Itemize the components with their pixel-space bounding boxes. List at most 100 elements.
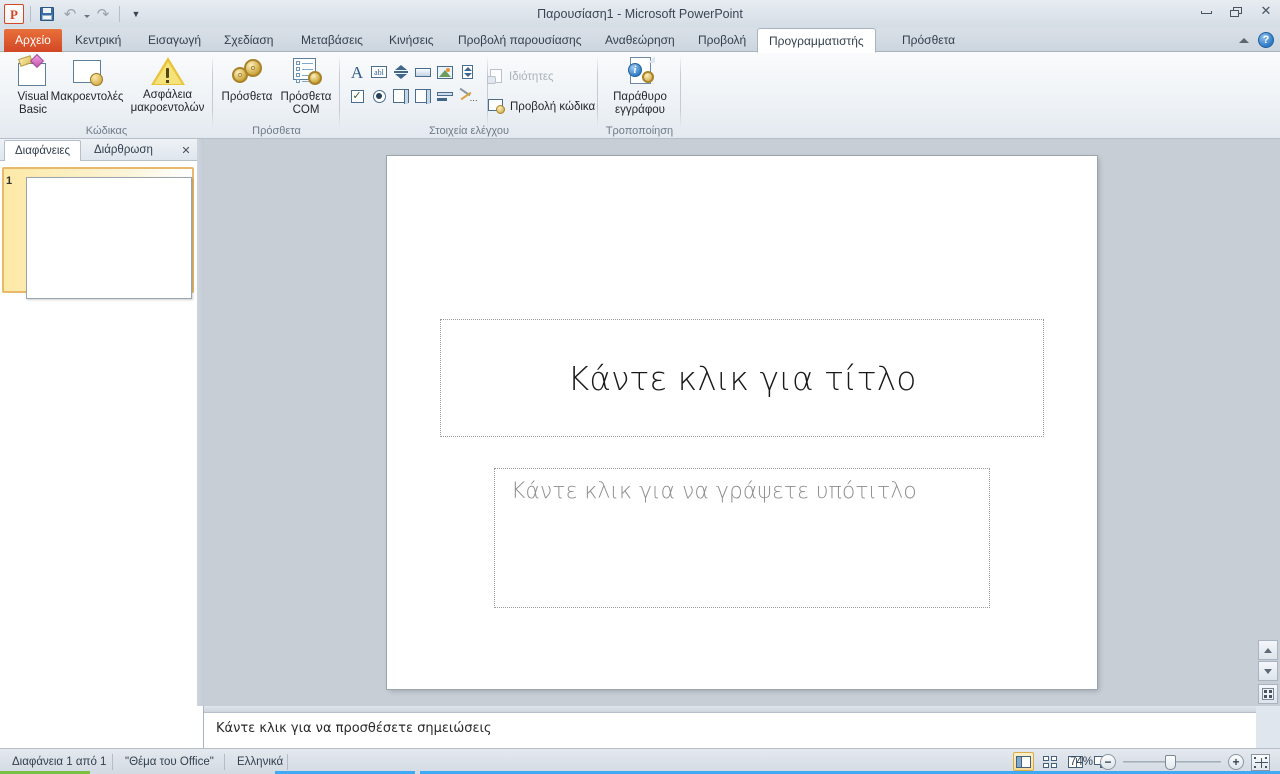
slide-sorter-view-button[interactable] (1039, 752, 1060, 771)
slide-thumbnail-item[interactable] (2, 167, 194, 299)
scroll-down-button[interactable] (1258, 661, 1278, 681)
com-add-ins-label-2: COM (292, 104, 320, 116)
slide-edit-area: Κάντε κλικ για τίτλο Κάντε κλικ για να γ… (204, 139, 1256, 706)
tab-transitions[interactable]: Μεταβάσεις (290, 28, 374, 52)
window-title: Παρουσίαση1 - Microsoft PowerPoint (537, 7, 743, 21)
controls-inner-separator (487, 56, 488, 128)
group-separator-4 (680, 56, 681, 128)
macro-security-label-2: μακροεντολών (130, 102, 205, 114)
macro-security-icon (150, 56, 185, 86)
slide-canvas[interactable]: Κάντε κλικ για τίτλο Κάντε κλικ για να γ… (387, 156, 1097, 689)
slides-outline-pane: Διαφάνειες Διάρθρωση ✕ 1 (0, 139, 197, 706)
properties-label: Ιδιότητες (509, 70, 554, 83)
tab-slides[interactable]: Διαφάνειες (4, 140, 82, 161)
properties-button[interactable]: Ιδιότητες (487, 69, 554, 84)
slide-thumbnail-number: 1 (6, 175, 13, 187)
add-ins-icon (230, 56, 264, 88)
scrollbar-control-icon[interactable] (456, 60, 478, 84)
document-panel-button[interactable]: i Παράθυρο εγγράφου (608, 56, 672, 117)
ribbon-tab-strip: Αρχείο Κεντρική Εισαγωγή Σχεδίαση Μεταβά… (0, 28, 1280, 53)
normal-view-button[interactable] (1013, 752, 1034, 771)
view-code-icon (487, 99, 505, 114)
subtitle-placeholder[interactable]: Κάντε κλικ για να γράψετε υπότιτλο (494, 468, 990, 608)
macros-icon (70, 56, 104, 88)
fit-slide-button[interactable] (1258, 684, 1278, 704)
option-button-icon[interactable] (368, 84, 390, 108)
slide-pane-tabs: Διαφάνειες Διάρθρωση ✕ (0, 139, 197, 161)
powerpoint-window: P ↶ ↷ ▼ Παρουσίαση1 - Microsoft PowerPoi… (0, 0, 1280, 774)
minimize-icon (1200, 10, 1212, 14)
checkbox-control-icon[interactable]: ✓ (346, 84, 368, 108)
macros-button[interactable]: Μακροεντολές (50, 56, 124, 104)
ribbon: Visual Basic Μακροεντολές Ασφάλεια μακρο… (0, 52, 1280, 139)
group-label-modify: Τροποποίηση (605, 125, 674, 137)
tab-file[interactable]: Αρχείο (4, 29, 62, 52)
document-panel-label-2: εγγράφου (615, 104, 665, 116)
triangle-down-icon (1264, 668, 1272, 674)
pane-splitter[interactable] (197, 139, 204, 706)
zoom-level-label[interactable]: 74% (1063, 756, 1093, 768)
toggle-button-icon[interactable] (434, 84, 456, 108)
title-placeholder-text: Κάντε κλικ για τίτλο (567, 358, 917, 398)
title-placeholder[interactable]: Κάντε κλικ για τίτλο (440, 319, 1044, 437)
visual-basic-icon (16, 53, 50, 88)
tab-review[interactable]: Αναθεώρηση (594, 28, 686, 52)
slide-thumbnail-preview (26, 177, 192, 299)
tab-slide-show[interactable]: Προβολή παρουσίασης (447, 28, 593, 52)
macros-label: Μακροεντολές (50, 91, 124, 103)
command-button-icon[interactable] (412, 60, 434, 84)
close-pane-button[interactable]: ✕ (178, 142, 194, 158)
view-code-button[interactable]: Προβολή κώδικα (487, 99, 595, 114)
ribbon-group-code: Visual Basic Μακροεντολές Ασφάλεια μακρο… (0, 52, 213, 139)
minimize-button[interactable] (1196, 3, 1216, 21)
document-panel-icon: i (625, 56, 655, 88)
scroll-up-button[interactable] (1258, 640, 1278, 660)
com-add-ins-icon (289, 56, 323, 88)
notes-pane[interactable]: Κάντε κλικ για να προσθέσετε σημειώσεις (204, 712, 1256, 748)
subtitle-placeholder-text: Κάντε κλικ για να γράψετε υπότιτλο (511, 479, 917, 504)
listbox-control-icon[interactable] (390, 84, 412, 108)
tab-developer[interactable]: Προγραμματιστής (757, 28, 876, 53)
tab-home[interactable]: Κεντρική (64, 28, 132, 52)
macro-security-label-1: Ασφάλεια (143, 89, 192, 101)
close-icon: ✕ (1260, 4, 1272, 19)
triangle-up-icon (1264, 647, 1272, 653)
close-button[interactable]: ✕ (1256, 3, 1276, 21)
textbox-control-icon[interactable]: abl (368, 60, 390, 84)
zoom-out-button[interactable]: − (1100, 754, 1116, 770)
collapse-ribbon-icon[interactable] (1239, 37, 1249, 43)
controls-gallery: A abl ✓ ⋯ (346, 60, 478, 108)
slide-sorter-icon (1042, 755, 1057, 768)
window-controls: ✕ (1196, 3, 1276, 21)
macro-security-button[interactable]: Ασφάλεια μακροεντολών (125, 56, 210, 115)
tab-insert[interactable]: Εισαγωγή (137, 28, 212, 52)
combobox-control-icon[interactable] (412, 84, 434, 108)
image-control-icon[interactable] (434, 60, 456, 84)
vertical-scrollbar[interactable] (1256, 139, 1280, 706)
group-label-controls: Στοιχεία ελέγχου (429, 125, 509, 137)
notes-placeholder-text: Κάντε κλικ για να προσθέσετε σημειώσεις (216, 721, 492, 736)
properties-icon (487, 69, 504, 84)
com-add-ins-button[interactable]: Πρόσθετα COM (275, 56, 337, 117)
label-control-icon[interactable]: A (346, 60, 368, 84)
fit-to-window-button[interactable] (1251, 753, 1270, 771)
ribbon-group-modify: i Παράθυρο εγγράφου Τροποποίηση (598, 52, 681, 139)
restore-button[interactable] (1226, 3, 1246, 21)
group-label-code: Κώδικας (85, 125, 128, 137)
group-label-addins: Πρόσθετα (252, 125, 301, 137)
status-divider-3 (287, 754, 288, 770)
title-bar: P ↶ ↷ ▼ Παρουσίαση1 - Microsoft PowerPoi… (0, 0, 1280, 28)
tab-animations[interactable]: Κινήσεις (378, 28, 445, 52)
zoom-in-button[interactable]: + (1228, 754, 1244, 770)
more-controls-icon[interactable]: ⋯ (456, 84, 478, 108)
help-icon[interactable]: ? (1258, 32, 1274, 48)
status-divider-2 (224, 754, 225, 770)
tab-design[interactable]: Σχεδίαση (213, 28, 284, 52)
tab-add-ins[interactable]: Πρόσθετα (891, 28, 966, 52)
spin-button-icon[interactable] (390, 60, 412, 84)
tab-view[interactable]: Προβολή (687, 28, 757, 52)
tab-outline[interactable]: Διάρθρωση (84, 140, 163, 161)
zoom-slider[interactable] (1123, 754, 1221, 770)
left-pane-bottom-filler (0, 706, 204, 748)
add-ins-button[interactable]: Πρόσθετα (216, 56, 278, 104)
